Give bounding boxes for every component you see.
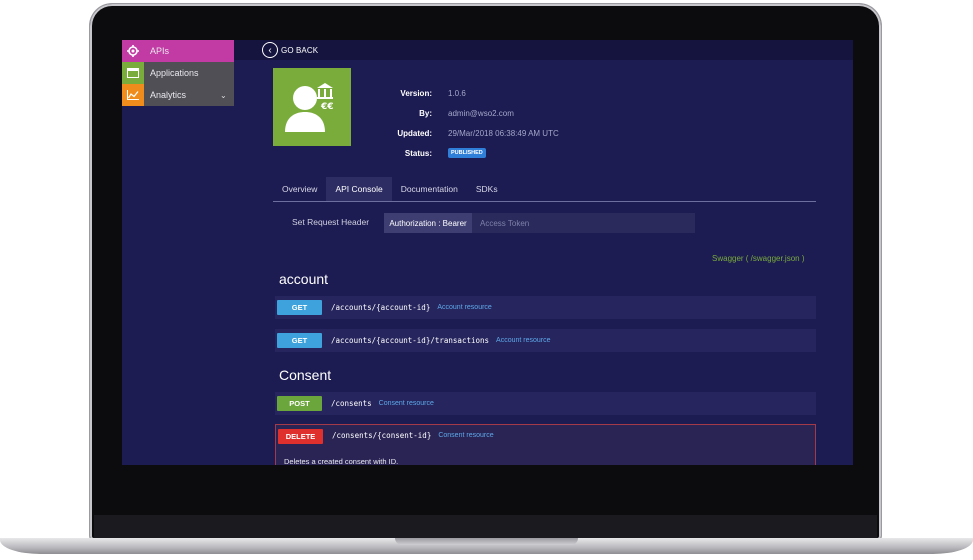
access-token-input[interactable]: [472, 213, 695, 233]
go-back-link[interactable]: GO BACK: [281, 46, 318, 55]
sidebar: APIs Applications Analytics ⌄: [122, 40, 234, 106]
svg-text:€€: €€: [320, 102, 334, 112]
window-icon: [122, 62, 144, 84]
endpoint-row[interactable]: GET /accounts/{account-id} Account resou…: [275, 296, 816, 319]
sidebar-item-apis[interactable]: APIs: [122, 40, 234, 62]
version-value: 1.0.6: [448, 88, 466, 98]
endpoint-note: Deletes a created consent with ID.: [284, 457, 399, 465]
by-label: By:: [419, 108, 432, 118]
authorization-label: Authorization : Bearer: [384, 213, 472, 233]
top-bar: ‹ GO BACK: [234, 40, 853, 60]
endpoint-expanded: DELETE /consents/{consent-id} Consent re…: [275, 424, 816, 465]
endpoint-description: Account resource: [437, 304, 492, 311]
swagger-link[interactable]: Swagger ( /swagger.json ): [712, 254, 805, 263]
tab-api-console[interactable]: API Console: [326, 177, 392, 201]
gear-icon: [122, 40, 144, 62]
tab-sdks[interactable]: SDKs: [467, 177, 507, 201]
back-arrow-icon[interactable]: ‹: [262, 42, 278, 58]
status-label: Status:: [404, 148, 432, 158]
get-method-badge[interactable]: GET: [277, 300, 322, 315]
section-title-account: account: [279, 271, 329, 287]
endpoint-description: Account resource: [496, 337, 551, 344]
endpoint-description: Consent resource: [438, 432, 494, 439]
endpoint-row[interactable]: GET /accounts/{account-id}/transactions …: [275, 329, 816, 352]
request-header-box: Authorization : Bearer: [384, 213, 695, 233]
endpoint-path[interactable]: /accounts/{account-id}/transactions: [331, 336, 489, 345]
by-value: admin@wso2.com: [448, 108, 514, 118]
screen: APIs Applications Analytics ⌄ ‹ GO BACK: [122, 40, 853, 465]
laptop-notch: [395, 538, 578, 545]
version-label: Version:: [400, 88, 432, 98]
endpoint-path[interactable]: /accounts/{account-id}: [331, 303, 430, 312]
updated-label: Updated:: [397, 128, 432, 138]
endpoint-row[interactable]: POST /consents Consent resource: [275, 392, 816, 415]
delete-method-badge[interactable]: DELETE: [278, 429, 323, 444]
request-header-label: Set Request Header: [292, 217, 370, 227]
endpoint-row[interactable]: DELETE /consents/{consent-id} Consent re…: [276, 425, 815, 446]
sidebar-item-label: Analytics: [150, 90, 187, 100]
api-logo: €€: [273, 68, 351, 146]
chart-icon: [122, 84, 144, 106]
api-meta: Version: 1.0.6 By: admin@wso2.com Update…: [382, 83, 559, 163]
status-badge: PUBLISHED: [448, 148, 486, 158]
tab-overview[interactable]: Overview: [273, 177, 326, 201]
tab-bar: Overview API Console Documentation SDKs: [273, 177, 816, 202]
chevron-down-icon[interactable]: ⌄: [220, 91, 234, 100]
sidebar-item-label: APIs: [150, 46, 170, 56]
post-method-badge[interactable]: POST: [277, 396, 322, 411]
endpoint-path[interactable]: /consents: [331, 399, 372, 408]
updated-value: 29/Mar/2018 06:38:49 AM UTC: [448, 128, 559, 138]
sidebar-item-analytics[interactable]: Analytics ⌄: [122, 84, 234, 106]
tab-documentation[interactable]: Documentation: [392, 177, 467, 201]
endpoint-path[interactable]: /consents/{consent-id}: [332, 431, 431, 440]
sidebar-item-applications[interactable]: Applications: [122, 62, 234, 84]
section-title-consent: Consent: [279, 367, 332, 383]
endpoint-description: Consent resource: [378, 400, 434, 407]
sidebar-item-label: Applications: [150, 68, 199, 78]
get-method-badge[interactable]: GET: [277, 333, 322, 348]
user-bank-icon: €€: [285, 83, 334, 132]
